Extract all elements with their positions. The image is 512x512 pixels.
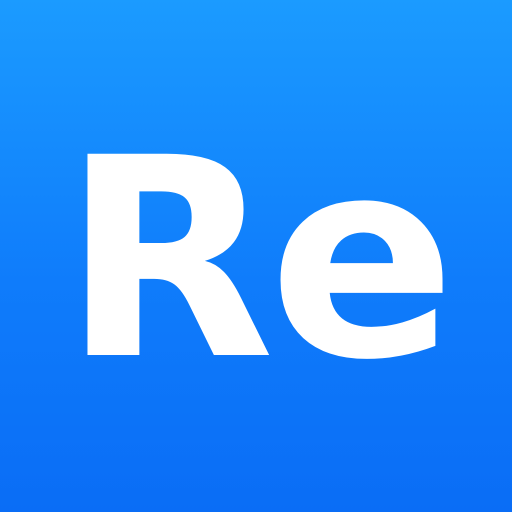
app-icon: Re [0, 0, 512, 512]
app-logo-text: Re [62, 100, 456, 421]
